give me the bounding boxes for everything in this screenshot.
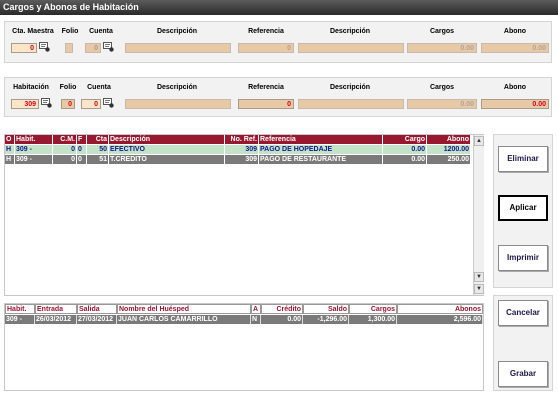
cuenta-label: Cuenta (87, 84, 111, 91)
room-account-panel: Habitación Folio Cuenta Descripción Refe… (4, 77, 552, 117)
col-header-credito[interactable]: Crédito (261, 304, 303, 314)
col-header-cargo[interactable]: Cargo (383, 135, 427, 144)
cell-cargo: 0.00 (383, 155, 427, 164)
referencia-field[interactable]: 0 (238, 43, 294, 53)
col-header-entrada[interactable]: Entrada (35, 304, 77, 314)
referencia-label: Referencia (248, 28, 284, 35)
cell-habit: 309 - (15, 145, 53, 154)
cta-maestra-field[interactable]: 0 (11, 43, 37, 53)
col-header-a[interactable]: A (251, 304, 261, 314)
col-header-f[interactable]: F (77, 135, 87, 144)
cuenta-field[interactable]: 0 (85, 43, 101, 53)
cell-cta: 51 (87, 155, 109, 164)
cell-abono: 1200.00 (427, 145, 471, 154)
cell-credito: 0.00 (261, 315, 303, 324)
folio-label: Folio (59, 84, 77, 91)
col-header-cm[interactable]: C.M. (53, 135, 77, 144)
descripcion-label-2: Descripción (329, 28, 371, 35)
descripcion-label: Descripción (156, 84, 198, 91)
scroll-up-icon[interactable]: ▲ (474, 136, 484, 146)
col-header-abono[interactable]: Abono (427, 135, 471, 144)
cell-a: N (251, 315, 261, 324)
col-header-habit[interactable]: Habit. (5, 304, 35, 314)
descripcion-field-2[interactable] (298, 43, 404, 53)
guests-grid[interactable]: Habit. Entrada Salida Nombre del Huésped… (4, 303, 484, 391)
cell-referencia: PAGO DE HOPEDAJE (259, 145, 383, 154)
cell-cargo: 0.00 (383, 145, 427, 154)
cargos-field[interactable]: 0.00 (407, 99, 477, 109)
cancelar-button[interactable]: Cancelar (498, 300, 548, 326)
cell-abono: 250.00 (427, 155, 471, 164)
descripcion-field[interactable] (125, 43, 231, 53)
cell-abonos: 2,596.00 (397, 315, 483, 324)
vertical-scrollbar[interactable] (473, 135, 484, 295)
search-icon[interactable] (41, 98, 53, 109)
cell-nombre: JUAN CARLOS CAMARRILLO (117, 315, 251, 324)
cell-no-ref: 309 (225, 155, 259, 164)
window-title: Cargos y Abonos de Habitación (0, 0, 558, 15)
cell-o: H (5, 155, 15, 164)
col-header-referencia[interactable]: Referencia (259, 135, 383, 144)
imprimir-button[interactable]: Imprimir (498, 245, 548, 271)
cell-salida: 27/03/2012 (77, 315, 117, 324)
col-header-no-ref[interactable]: No. Ref. (225, 135, 259, 144)
aplicar-button[interactable]: Aplicar (498, 195, 548, 221)
cell-entrada: 26/03/2012 (35, 315, 77, 324)
eliminar-button[interactable]: Eliminar (498, 146, 548, 172)
referencia-label: Referencia (248, 84, 284, 91)
cell-cm: 0 (53, 155, 77, 164)
referencia-field[interactable]: 0 (238, 99, 294, 109)
cuenta-label: Cuenta (89, 28, 113, 35)
cell-f: 0 (77, 145, 87, 154)
cell-saldo: -1,296.00 (303, 315, 349, 324)
search-icon[interactable] (39, 42, 51, 53)
cuenta-field[interactable]: 0 (81, 99, 101, 109)
cell-no-ref: 309 (225, 145, 259, 154)
cell-cm: 0 (53, 145, 77, 154)
folio-label: Folio (61, 28, 79, 35)
abono-field[interactable]: 0.00 (481, 43, 549, 53)
col-header-abonos[interactable]: Abonos (397, 304, 483, 314)
cargos-field[interactable]: 0.00 (407, 43, 477, 53)
cell-descripcion: T.CREDITO (109, 155, 225, 164)
cell-habit: 309 - (5, 315, 35, 324)
search-icon[interactable] (103, 42, 115, 53)
abono-field[interactable]: 0.00 (481, 99, 549, 109)
movements-grid[interactable]: O Habit. C.M. F Cta Descripción No. Ref.… (4, 134, 484, 296)
cell-referencia: PAGO DE RESTAURANTE (259, 155, 383, 164)
cargos-label: Cargos (429, 84, 455, 91)
cargos-label: Cargos (429, 28, 455, 35)
descripcion-label: Descripción (156, 28, 198, 35)
habitacion-field[interactable]: 309 (11, 99, 39, 109)
col-header-descripcion[interactable]: Descripción (109, 135, 225, 144)
search-icon[interactable] (103, 98, 115, 109)
col-header-cta[interactable]: Cta (87, 135, 109, 144)
cell-descripcion: EFECTIVO (109, 145, 225, 154)
folio-field[interactable]: 0 (61, 99, 75, 109)
scroll-down-icon[interactable]: ▼ (474, 284, 484, 294)
descripcion-label-2: Descripción (329, 84, 371, 91)
col-header-habit[interactable]: Habit. (15, 135, 53, 144)
habitacion-label: Habitación (13, 84, 49, 91)
col-header-saldo[interactable]: Saldo (303, 304, 349, 314)
col-header-salida[interactable]: Salida (77, 304, 117, 314)
master-account-panel: Cta. Maestra Folio Cuenta Descripción Re… (4, 21, 552, 63)
cell-cta: 50 (87, 145, 109, 154)
cell-o: H (5, 145, 15, 154)
col-header-cargos[interactable]: Cargos (349, 304, 397, 314)
cell-habit: 309 - (15, 155, 53, 164)
abono-label: Abono (503, 28, 527, 35)
descripcion-field-2[interactable] (298, 99, 404, 109)
cell-f: 0 (77, 155, 87, 164)
col-header-nombre[interactable]: Nombre del Huésped (117, 304, 251, 314)
cta-maestra-label: Cta. Maestra (12, 28, 54, 35)
grabar-button[interactable]: Grabar (498, 361, 548, 387)
cell-cargos: 1,300.00 (349, 315, 397, 324)
col-header-o[interactable]: O (5, 135, 15, 144)
scroll-down-icon[interactable]: ▼ (474, 272, 484, 282)
descripcion-field[interactable] (125, 99, 231, 109)
folio-field[interactable] (65, 43, 73, 53)
abono-label: Abono (503, 84, 527, 91)
